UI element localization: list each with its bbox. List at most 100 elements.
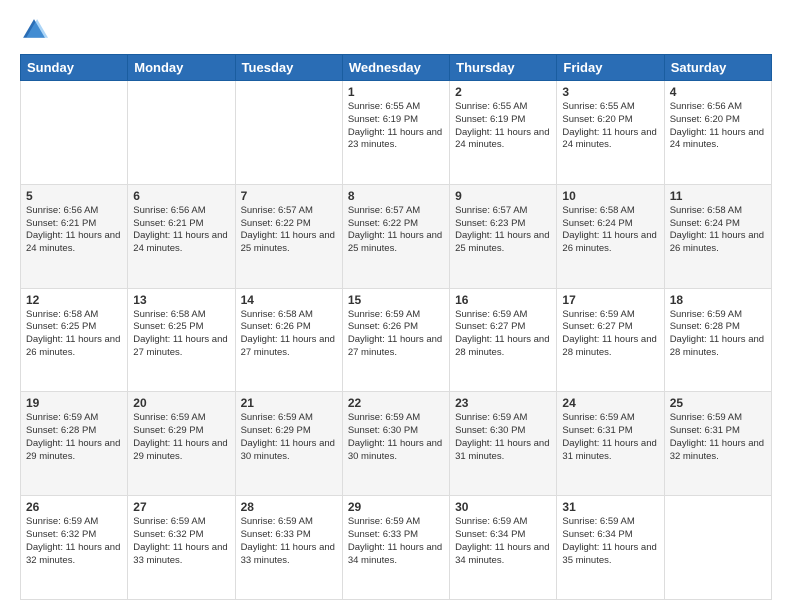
day-info: Sunrise: 6:56 AM Sunset: 6:21 PM Dayligh… bbox=[26, 205, 122, 256]
calendar-cell: 27 Sunrise: 6:59 AM Sunset: 6:32 PM Dayli… bbox=[128, 496, 235, 600]
calendar-cell: 17 Sunrise: 6:59 AM Sunset: 6:27 PM Dayli… bbox=[557, 288, 664, 392]
day-info: Sunrise: 6:56 AM Sunset: 6:21 PM Dayligh… bbox=[133, 205, 229, 256]
logo-icon bbox=[20, 16, 48, 44]
day-info: Sunrise: 6:58 AM Sunset: 6:26 PM Dayligh… bbox=[241, 309, 337, 360]
week-row-2: 5 Sunrise: 6:56 AM Sunset: 6:21 PM Daylig… bbox=[21, 184, 772, 288]
day-info: Sunrise: 6:59 AM Sunset: 6:33 PM Dayligh… bbox=[348, 516, 444, 567]
logo bbox=[20, 16, 52, 44]
calendar-cell bbox=[21, 81, 128, 185]
week-row-4: 19 Sunrise: 6:59 AM Sunset: 6:28 PM Dayli… bbox=[21, 392, 772, 496]
day-info: Sunrise: 6:59 AM Sunset: 6:32 PM Dayligh… bbox=[26, 516, 122, 567]
calendar-cell: 12 Sunrise: 6:58 AM Sunset: 6:25 PM Dayli… bbox=[21, 288, 128, 392]
calendar-cell bbox=[128, 81, 235, 185]
weekday-header-row: SundayMondayTuesdayWednesdayThursdayFrid… bbox=[21, 55, 772, 81]
day-info: Sunrise: 6:59 AM Sunset: 6:27 PM Dayligh… bbox=[562, 309, 658, 360]
day-number: 2 bbox=[455, 85, 551, 99]
day-info: Sunrise: 6:59 AM Sunset: 6:31 PM Dayligh… bbox=[670, 412, 766, 463]
calendar-cell bbox=[235, 81, 342, 185]
calendar-cell: 15 Sunrise: 6:59 AM Sunset: 6:26 PM Dayli… bbox=[342, 288, 449, 392]
day-info: Sunrise: 6:59 AM Sunset: 6:30 PM Dayligh… bbox=[455, 412, 551, 463]
weekday-header-monday: Monday bbox=[128, 55, 235, 81]
day-info: Sunrise: 6:59 AM Sunset: 6:31 PM Dayligh… bbox=[562, 412, 658, 463]
day-info: Sunrise: 6:55 AM Sunset: 6:20 PM Dayligh… bbox=[562, 101, 658, 152]
day-info: Sunrise: 6:58 AM Sunset: 6:25 PM Dayligh… bbox=[26, 309, 122, 360]
day-number: 22 bbox=[348, 396, 444, 410]
day-number: 18 bbox=[670, 293, 766, 307]
day-info: Sunrise: 6:57 AM Sunset: 6:22 PM Dayligh… bbox=[348, 205, 444, 256]
day-number: 19 bbox=[26, 396, 122, 410]
day-info: Sunrise: 6:59 AM Sunset: 6:26 PM Dayligh… bbox=[348, 309, 444, 360]
week-row-3: 12 Sunrise: 6:58 AM Sunset: 6:25 PM Dayli… bbox=[21, 288, 772, 392]
calendar-cell: 25 Sunrise: 6:59 AM Sunset: 6:31 PM Dayli… bbox=[664, 392, 771, 496]
week-row-5: 26 Sunrise: 6:59 AM Sunset: 6:32 PM Dayli… bbox=[21, 496, 772, 600]
day-info: Sunrise: 6:59 AM Sunset: 6:29 PM Dayligh… bbox=[133, 412, 229, 463]
day-number: 26 bbox=[26, 500, 122, 514]
calendar-cell: 5 Sunrise: 6:56 AM Sunset: 6:21 PM Daylig… bbox=[21, 184, 128, 288]
day-info: Sunrise: 6:59 AM Sunset: 6:28 PM Dayligh… bbox=[26, 412, 122, 463]
day-number: 11 bbox=[670, 189, 766, 203]
weekday-header-sunday: Sunday bbox=[21, 55, 128, 81]
day-info: Sunrise: 6:58 AM Sunset: 6:25 PM Dayligh… bbox=[133, 309, 229, 360]
day-number: 14 bbox=[241, 293, 337, 307]
calendar-cell: 7 Sunrise: 6:57 AM Sunset: 6:22 PM Daylig… bbox=[235, 184, 342, 288]
day-info: Sunrise: 6:59 AM Sunset: 6:33 PM Dayligh… bbox=[241, 516, 337, 567]
calendar-cell: 20 Sunrise: 6:59 AM Sunset: 6:29 PM Dayli… bbox=[128, 392, 235, 496]
day-number: 6 bbox=[133, 189, 229, 203]
day-number: 15 bbox=[348, 293, 444, 307]
calendar-table: SundayMondayTuesdayWednesdayThursdayFrid… bbox=[20, 54, 772, 600]
calendar-cell: 18 Sunrise: 6:59 AM Sunset: 6:28 PM Dayli… bbox=[664, 288, 771, 392]
day-number: 27 bbox=[133, 500, 229, 514]
day-number: 23 bbox=[455, 396, 551, 410]
day-number: 7 bbox=[241, 189, 337, 203]
day-number: 21 bbox=[241, 396, 337, 410]
calendar-cell: 21 Sunrise: 6:59 AM Sunset: 6:29 PM Dayli… bbox=[235, 392, 342, 496]
calendar-cell: 13 Sunrise: 6:58 AM Sunset: 6:25 PM Dayli… bbox=[128, 288, 235, 392]
calendar-cell: 26 Sunrise: 6:59 AM Sunset: 6:32 PM Dayli… bbox=[21, 496, 128, 600]
day-info: Sunrise: 6:58 AM Sunset: 6:24 PM Dayligh… bbox=[670, 205, 766, 256]
calendar-cell: 16Sunrise: 6:59 AM Sunset: 6:27 PM Dayli… bbox=[450, 288, 557, 392]
calendar-cell: 1 Sunrise: 6:55 AM Sunset: 6:19 PM Daylig… bbox=[342, 81, 449, 185]
weekday-header-tuesday: Tuesday bbox=[235, 55, 342, 81]
day-info: Sunrise: 6:57 AM Sunset: 6:23 PM Dayligh… bbox=[455, 205, 551, 256]
day-info: Sunrise: 6:56 AM Sunset: 6:20 PM Dayligh… bbox=[670, 101, 766, 152]
calendar-cell: 8 Sunrise: 6:57 AM Sunset: 6:22 PM Daylig… bbox=[342, 184, 449, 288]
page: SundayMondayTuesdayWednesdayThursdayFrid… bbox=[0, 0, 792, 612]
day-number: 8 bbox=[348, 189, 444, 203]
day-number: 13 bbox=[133, 293, 229, 307]
day-number: 29 bbox=[348, 500, 444, 514]
day-info: Sunrise: 6:59 AM Sunset: 6:29 PM Dayligh… bbox=[241, 412, 337, 463]
day-number: 25 bbox=[670, 396, 766, 410]
calendar-cell: 28 Sunrise: 6:59 AM Sunset: 6:33 PM Dayli… bbox=[235, 496, 342, 600]
calendar-cell: 22 Sunrise: 6:59 AM Sunset: 6:30 PM Dayli… bbox=[342, 392, 449, 496]
weekday-header-friday: Friday bbox=[557, 55, 664, 81]
calendar-cell: 3 Sunrise: 6:55 AM Sunset: 6:20 PM Daylig… bbox=[557, 81, 664, 185]
day-info: Sunrise: 6:58 AM Sunset: 6:24 PM Dayligh… bbox=[562, 205, 658, 256]
day-info: Sunrise: 6:57 AM Sunset: 6:22 PM Dayligh… bbox=[241, 205, 337, 256]
day-info: Sunrise: 6:59 AM Sunset: 6:30 PM Dayligh… bbox=[348, 412, 444, 463]
day-info: Sunrise: 6:55 AM Sunset: 6:19 PM Dayligh… bbox=[455, 101, 551, 152]
day-info: Sunrise: 6:59 AM Sunset: 6:32 PM Dayligh… bbox=[133, 516, 229, 567]
day-info: Sunrise: 6:59 AM Sunset: 6:28 PM Dayligh… bbox=[670, 309, 766, 360]
day-info: Sunrise: 6:55 AM Sunset: 6:19 PM Dayligh… bbox=[348, 101, 444, 152]
day-number: 30 bbox=[455, 500, 551, 514]
calendar-cell: 14 Sunrise: 6:58 AM Sunset: 6:26 PM Dayli… bbox=[235, 288, 342, 392]
day-number: 10 bbox=[562, 189, 658, 203]
day-number: 5 bbox=[26, 189, 122, 203]
day-number: 31 bbox=[562, 500, 658, 514]
day-number: 9 bbox=[455, 189, 551, 203]
day-number: 3 bbox=[562, 85, 658, 99]
day-number: 17 bbox=[562, 293, 658, 307]
day-number: 24 bbox=[562, 396, 658, 410]
calendar-cell: 19 Sunrise: 6:59 AM Sunset: 6:28 PM Dayli… bbox=[21, 392, 128, 496]
day-number: 20 bbox=[133, 396, 229, 410]
weekday-header-wednesday: Wednesday bbox=[342, 55, 449, 81]
day-number: 12 bbox=[26, 293, 122, 307]
calendar-cell: 30Sunrise: 6:59 AM Sunset: 6:34 PM Dayli… bbox=[450, 496, 557, 600]
weekday-header-thursday: Thursday bbox=[450, 55, 557, 81]
week-row-1: 1 Sunrise: 6:55 AM Sunset: 6:19 PM Daylig… bbox=[21, 81, 772, 185]
calendar-cell: 9 Sunrise: 6:57 AM Sunset: 6:23 PM Daylig… bbox=[450, 184, 557, 288]
day-number: 1 bbox=[348, 85, 444, 99]
calendar-cell: 31Sunrise: 6:59 AM Sunset: 6:34 PM Dayli… bbox=[557, 496, 664, 600]
day-number: 28 bbox=[241, 500, 337, 514]
calendar-cell: 10 Sunrise: 6:58 AM Sunset: 6:24 PM Dayli… bbox=[557, 184, 664, 288]
